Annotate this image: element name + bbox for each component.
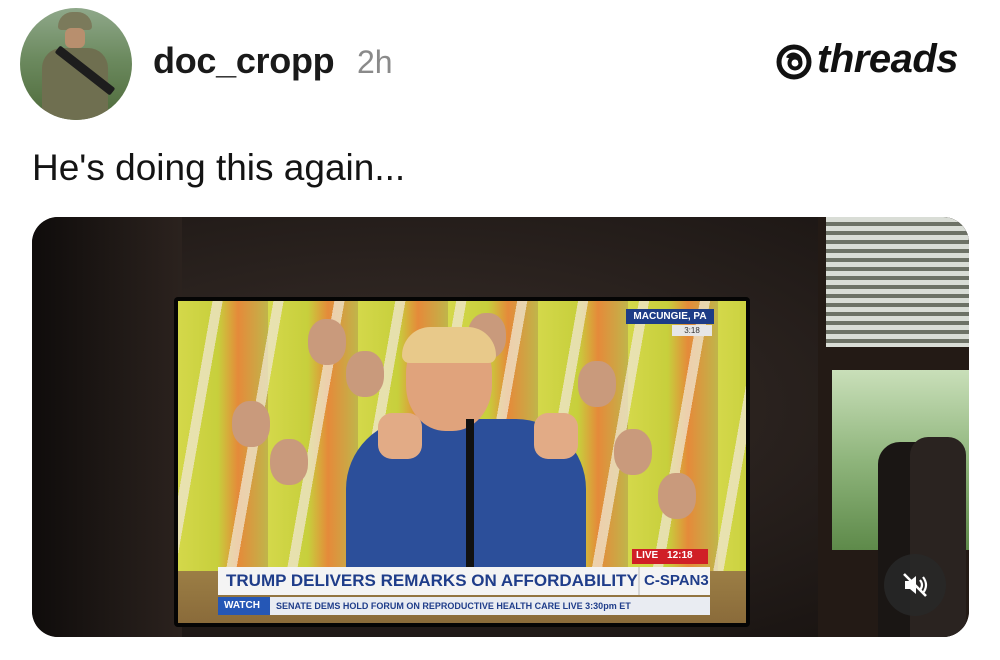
ticker-text: SENATE DEMS HOLD FORUM ON REPRODUCTIVE H… xyxy=(270,597,710,615)
avatar-face xyxy=(65,28,85,48)
speaker-hair xyxy=(402,327,496,363)
threads-logo-icon xyxy=(776,44,812,80)
speaker-fist-left xyxy=(378,413,422,459)
crowd-face xyxy=(270,439,308,485)
crowd-face xyxy=(346,351,384,397)
username[interactable]: doc_cropp xyxy=(153,40,335,82)
speaker-fist-right xyxy=(534,413,578,459)
location-badge: MACUNGIE, PA xyxy=(626,309,714,324)
network-logo: C-SPAN3 xyxy=(638,567,710,595)
headline-banner: TRUMP DELIVERS REMARKS ON AFFORDABILITY xyxy=(218,567,638,595)
post-timestamp: 2h xyxy=(357,44,393,80)
crowd-face xyxy=(232,401,270,447)
live-label: LIVE xyxy=(636,550,659,561)
microphone xyxy=(466,419,474,571)
muted-speaker-icon xyxy=(903,573,928,597)
avatar[interactable] xyxy=(20,8,132,120)
ticker-label: WATCH xyxy=(218,597,270,615)
live-badge: LIVE 12:18 xyxy=(632,549,708,564)
local-time: 3:18 xyxy=(672,325,712,336)
window-blinds xyxy=(826,217,969,347)
tv-screen: MACUNGIE, PA 3:18 LIVE 12:18 TRUMP DELIV… xyxy=(178,301,746,623)
post-caption: He's doing this again... xyxy=(32,147,406,188)
crowd-face xyxy=(658,473,696,519)
crowd-face xyxy=(614,429,652,475)
live-time: 12:18 xyxy=(667,550,693,561)
room-wall xyxy=(32,217,182,637)
mute-toggle-button[interactable] xyxy=(884,554,946,616)
crowd-face xyxy=(308,319,346,365)
post-video[interactable]: MACUNGIE, PA 3:18 LIVE 12:18 TRUMP DELIV… xyxy=(32,217,969,637)
threads-wordmark: threads xyxy=(817,37,959,81)
television: MACUNGIE, PA 3:18 LIVE 12:18 TRUMP DELIV… xyxy=(174,297,750,627)
crowd-face xyxy=(578,361,616,407)
